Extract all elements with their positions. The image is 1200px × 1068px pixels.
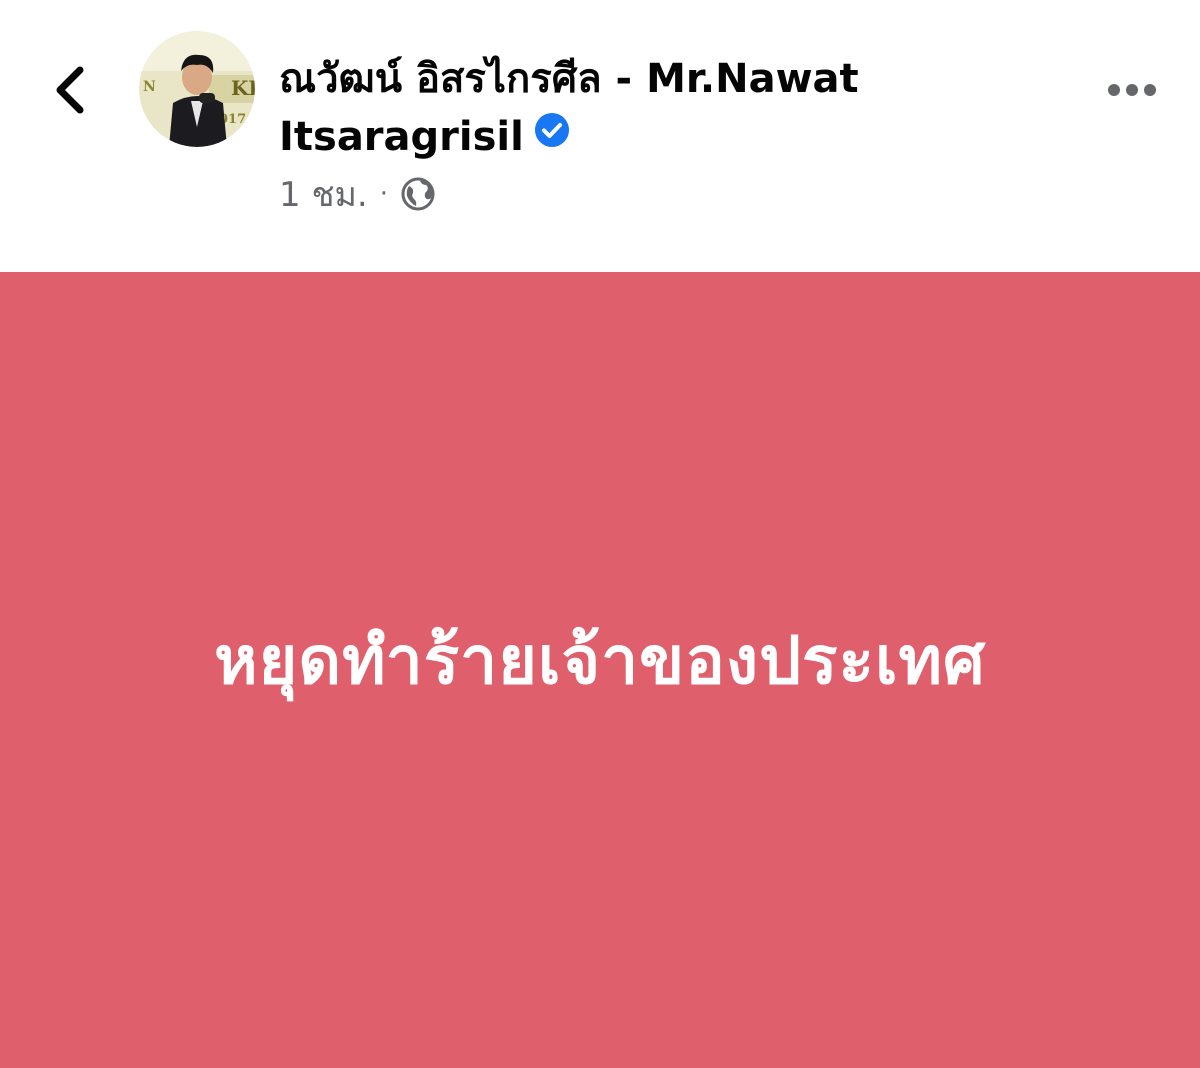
post-background[interactable]: หยุดทำร้ายเจ้าของประเทศ	[0, 272, 1200, 1068]
more-horizontal-icon	[1108, 84, 1156, 96]
back-button[interactable]	[40, 58, 100, 122]
more-options-button[interactable]	[1100, 70, 1164, 110]
post-meta: 1 ชม. ·	[279, 172, 436, 216]
verified-badge-icon	[534, 106, 570, 164]
meta-separator: ·	[379, 179, 389, 209]
avatar[interactable]: KH N 017	[139, 31, 255, 147]
svg-text:KH: KH	[231, 76, 255, 100]
post-timestamp[interactable]: 1 ชม.	[279, 167, 368, 221]
post-text: หยุดทำร้ายเจ้าของประเทศ	[214, 621, 986, 699]
profile-photo: KH N 017	[139, 31, 255, 147]
chevron-left-icon	[56, 66, 84, 114]
globe-icon[interactable]	[400, 176, 436, 212]
svg-text:N: N	[143, 79, 156, 95]
post-page: KH N 017 ณวัฒน์ อิสรไกรศีล - Mr.Nawat It…	[0, 0, 1200, 1068]
author-name-line2[interactable]: Itsaragrisil	[279, 114, 524, 160]
author-name[interactable]: ณวัฒน์ อิสรไกรศีล - Mr.Nawat Itsaragrisi…	[279, 50, 919, 168]
author-name-line1[interactable]: ณวัฒน์ อิสรไกรศีล - Mr.Nawat	[279, 50, 919, 108]
post-header: KH N 017 ณวัฒน์ อิสรไกรศีล - Mr.Nawat It…	[0, 0, 1200, 272]
